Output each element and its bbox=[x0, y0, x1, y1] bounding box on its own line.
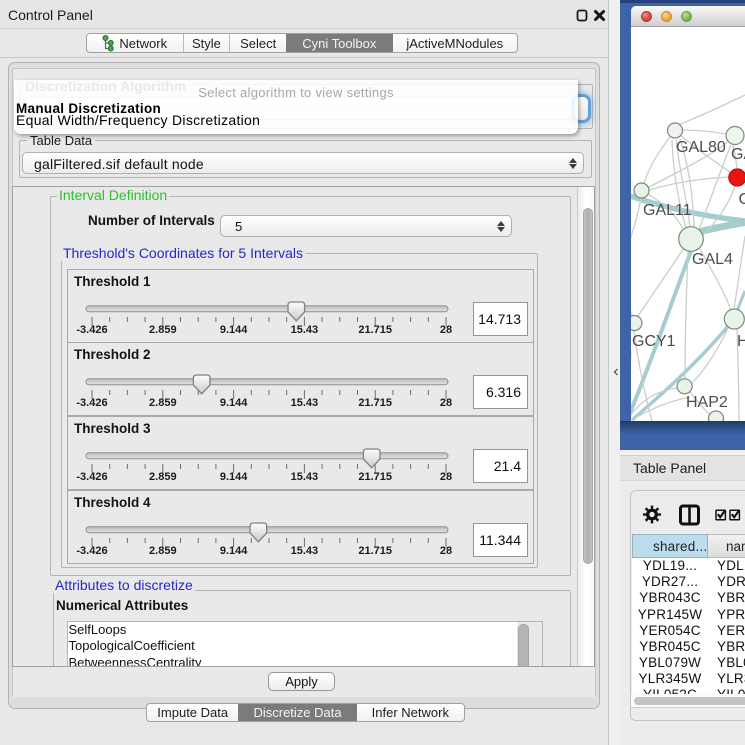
svg-text:9.144: 9.144 bbox=[220, 471, 248, 483]
svg-text:2.859: 2.859 bbox=[149, 471, 177, 483]
svg-text:21.715: 21.715 bbox=[358, 471, 392, 483]
svg-text:-3.426: -3.426 bbox=[76, 324, 107, 336]
svg-text:15.43: 15.43 bbox=[291, 324, 319, 336]
svg-text:2.859: 2.859 bbox=[149, 545, 177, 557]
svg-text:-3.426: -3.426 bbox=[76, 545, 107, 557]
svg-text:9.144: 9.144 bbox=[220, 397, 248, 409]
svg-text:-3.426: -3.426 bbox=[76, 397, 107, 409]
svg-text:-3.426: -3.426 bbox=[76, 471, 107, 483]
svg-text:2.859: 2.859 bbox=[149, 397, 177, 409]
svg-text:2.859: 2.859 bbox=[149, 324, 177, 336]
svg-text:28: 28 bbox=[440, 545, 452, 557]
svg-text:28: 28 bbox=[440, 471, 452, 483]
svg-text:28: 28 bbox=[440, 397, 452, 409]
svg-text:21.715: 21.715 bbox=[358, 545, 392, 557]
svg-text:9.144: 9.144 bbox=[220, 545, 248, 557]
svg-text:9.144: 9.144 bbox=[220, 324, 248, 336]
svg-text:21.715: 21.715 bbox=[358, 324, 392, 336]
svg-text:28: 28 bbox=[440, 324, 452, 336]
svg-text:15.43: 15.43 bbox=[291, 471, 319, 483]
svg-text:21.715: 21.715 bbox=[358, 397, 392, 409]
svg-text:15.43: 15.43 bbox=[291, 545, 319, 557]
svg-text:15.43: 15.43 bbox=[291, 397, 319, 409]
